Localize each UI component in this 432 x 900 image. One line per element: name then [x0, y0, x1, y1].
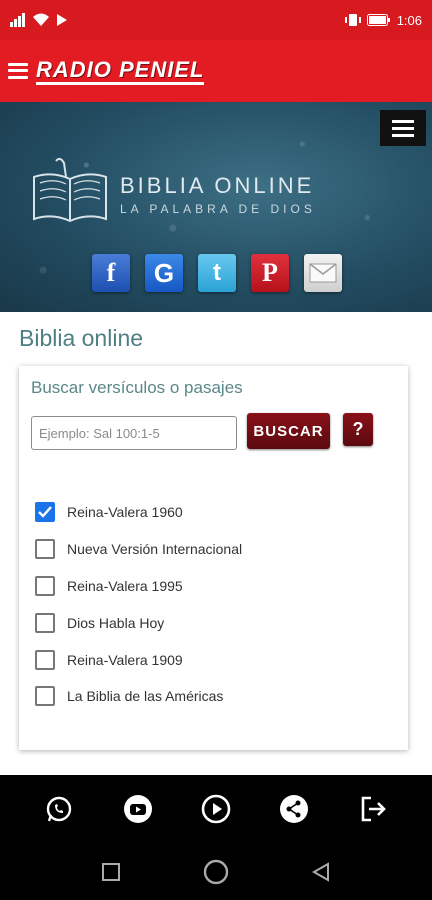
checkbox[interactable] [35, 649, 55, 670]
checkbox[interactable] [35, 612, 55, 633]
checkbox[interactable] [35, 575, 55, 596]
google-icon[interactable]: G [145, 254, 183, 292]
search-button[interactable]: BUSCAR [247, 413, 330, 449]
search-title: Buscar versículos o pasajes [31, 378, 243, 397]
version-label: Nueva Versión Internacional [67, 541, 243, 558]
search-input[interactable] [31, 416, 237, 450]
banner-text: BIBLIA ONLINE LA PALABRA DE DIOS [120, 172, 316, 216]
version-item[interactable]: Reina-Valera 1960 [35, 494, 242, 531]
facebook-icon[interactable]: f [92, 254, 130, 292]
signal-icon [10, 13, 26, 27]
bottom-toolbar [0, 775, 432, 843]
banner-menu-button[interactable] [380, 110, 426, 146]
version-list: Reina-Valera 1960 Nueva Versión Internac… [35, 494, 242, 715]
vibrate-icon [344, 13, 361, 27]
checkbox[interactable] [35, 686, 55, 707]
system-nav-bar [0, 843, 432, 900]
twitter-icon[interactable]: t [198, 254, 236, 292]
version-label: Reina-Valera 1960 [67, 504, 183, 521]
brand-logo: RADIO PENIEL [36, 57, 205, 85]
banner-subtitle: LA PALABRA DE DIOS [120, 201, 316, 216]
wifi-icon [32, 13, 50, 27]
whatsapp-icon[interactable] [42, 792, 76, 826]
clock: 1:06 [396, 12, 422, 28]
version-label: La Biblia de las Américas [67, 688, 224, 705]
version-label: Reina-Valera 1995 [67, 577, 183, 594]
home-icon[interactable] [201, 857, 231, 887]
version-item[interactable]: Reina-Valera 1995 [35, 568, 242, 605]
checkbox-checked[interactable] [35, 502, 55, 523]
exit-icon[interactable] [356, 792, 390, 826]
youtube-icon[interactable] [121, 792, 155, 826]
status-right-icons: 1:06 [344, 12, 422, 28]
hamburger-icon[interactable] [8, 61, 28, 81]
version-label: Dios Habla Hoy [67, 614, 165, 631]
banner-logo: BIBLIA ONLINE LA PALABRA DE DIOS [30, 157, 316, 232]
version-item[interactable]: Nueva Versión Internacional [35, 531, 242, 568]
help-button[interactable]: ? [343, 413, 373, 446]
battery-icon [366, 14, 391, 26]
pinterest-icon[interactable]: P [251, 254, 289, 292]
version-label: Reina-Valera 1909 [67, 651, 183, 668]
version-item[interactable]: La Biblia de las Américas [35, 678, 242, 715]
play-icon[interactable] [199, 792, 233, 826]
version-item[interactable]: Dios Habla Hoy [35, 604, 242, 641]
social-links: f G t P [92, 254, 342, 292]
recent-apps-icon[interactable] [96, 857, 126, 887]
version-item[interactable]: Reina-Valera 1909 [35, 641, 242, 678]
hamburger-line [392, 119, 414, 123]
banner: BIBLIA ONLINE LA PALABRA DE DIOS f G t P [0, 102, 432, 312]
open-book-icon [30, 157, 110, 232]
play-store-icon [56, 13, 68, 27]
email-icon[interactable] [304, 254, 342, 292]
banner-title: BIBLIA ONLINE [120, 172, 315, 198]
hamburger-line [392, 126, 414, 130]
page-title: Biblia online [19, 325, 144, 351]
search-card: Buscar versículos o pasajes BUSCAR ? Rei… [19, 366, 408, 750]
hamburger-line [392, 133, 414, 137]
status-left-icons [10, 13, 68, 27]
status-bar: 1:06 [0, 0, 432, 40]
share-icon[interactable] [277, 792, 311, 826]
back-icon[interactable] [306, 857, 336, 887]
app-bar: RADIO PENIEL [0, 40, 432, 102]
checkbox[interactable] [35, 539, 55, 560]
